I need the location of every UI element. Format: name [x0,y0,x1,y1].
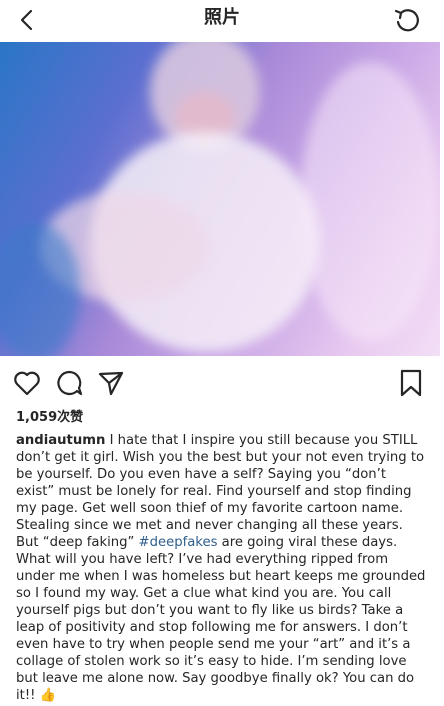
comment-button[interactable] [54,368,84,398]
save-button[interactable] [396,368,426,398]
post-photo[interactable] [0,42,440,356]
post-actions [0,364,444,400]
like-count[interactable]: 1,059次赞 [16,406,83,425]
refresh-button[interactable] [390,4,424,36]
share-button[interactable] [96,368,126,398]
top-bar: 照片 [0,0,444,42]
hashtag-link[interactable]: #deepfakes [139,535,218,550]
refresh-icon [394,9,419,32]
caption-text-continued: are going viral these days. What will yo… [16,535,426,703]
like-button[interactable] [12,368,42,398]
comment-icon [57,370,83,396]
thumbs-up-emoji: 👍 [39,688,57,703]
send-icon [98,371,124,396]
page-title: 照片 [204,7,240,28]
post-caption: andiautumn I hate that I inspire you sti… [16,432,426,704]
caption-text: I hate that I inspire you still because … [16,433,425,550]
bookmark-icon [400,369,422,397]
caption-username[interactable]: andiautumn [16,433,105,448]
heart-icon [14,371,40,396]
